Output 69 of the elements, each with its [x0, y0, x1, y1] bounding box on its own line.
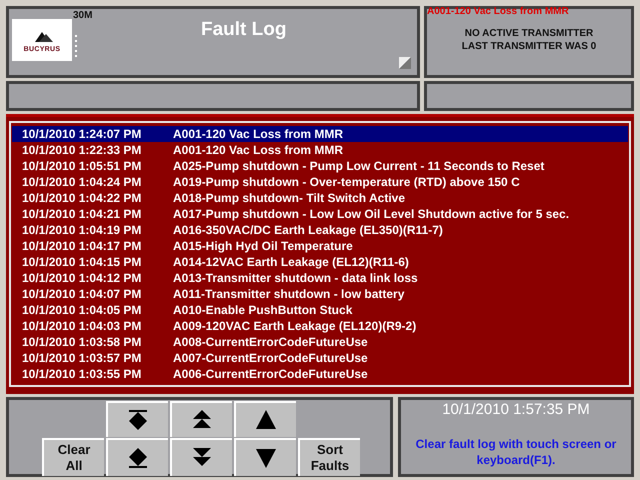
scroll-button[interactable]	[106, 438, 168, 476]
fault-row[interactable]: 10/1/2010 1:04:07 PM A011-Transmitter shutdown - low battery	[12, 286, 628, 302]
fault-message: A017-Pump shutdown - Low Low Oil Level Shutdown active for 5 sec.	[173, 207, 570, 221]
hint-text: Clear fault log with touch screen or keyboard(F1).	[414, 436, 618, 468]
fault-time: 10/1/2010 1:05:51 PM	[21, 159, 142, 173]
window-title: Fault Log	[201, 19, 286, 41]
scroll-button[interactable]	[170, 438, 232, 476]
fault-row[interactable]: 10/1/2010 1:04:03 PM A009-120VAC Earth Leakage (EL120)(R9-2)	[12, 318, 628, 334]
unit-label: 30M	[73, 10, 92, 21]
scroll-button[interactable]	[106, 401, 168, 437]
fault-message: A019-Pump shutdown - Over-temperature (RTD) above 150 C	[173, 175, 520, 189]
fault-row[interactable]: 10/1/2010 1:04:24 PM A019-Pump shutdown - Over-temperature (RTD) above 150 C	[12, 174, 628, 190]
fault-message: A006-CurrentErrorCodeFutureUse	[173, 367, 368, 381]
fault-row[interactable]: 10/1/2010 1:03:57 PM A007-CurrentErrorCodeFutureUse	[12, 350, 628, 366]
fault-time: 10/1/2010 1:03:57 PM	[21, 351, 142, 365]
fault-row[interactable]: 10/1/2010 1:04:21 PM A017-Pump shutdown - Low Low Oil Level Shutdown active for 5 sec.	[12, 206, 628, 222]
down-arrow-icon	[254, 446, 278, 470]
fault-time: 10/1/2010 1:04:15 PM	[21, 255, 142, 269]
fault-row[interactable]: 10/1/2010 1:03:55 PM A006-CurrentErrorCodeFutureUse	[12, 366, 628, 382]
fault-message: A008-CurrentErrorCodeFutureUse	[173, 335, 368, 349]
fault-time: 10/1/2010 1:04:22 PM	[21, 191, 142, 205]
fault-message: A011-Transmitter shutdown - low battery	[173, 287, 404, 301]
scroll-button[interactable]	[234, 438, 296, 476]
fault-time: 10/1/2010 1:04:07 PM	[21, 287, 142, 301]
fault-time: 10/1/2010 1:03:58 PM	[21, 335, 142, 349]
fault-time: 10/1/2010 1:04:03 PM	[21, 319, 142, 333]
fault-time: 10/1/2010 1:04:21 PM	[21, 207, 142, 221]
resize-icon	[399, 57, 411, 69]
dots-icon	[75, 35, 78, 59]
up-arrow-icon	[254, 408, 278, 432]
fault-time: 10/1/2010 1:22:33 PM	[21, 143, 142, 157]
fault-message: A010-Enable PushButton Stuck	[173, 303, 352, 317]
fault-message: A015-High Hyd Oil Temperature	[173, 239, 353, 253]
alarm-text: A001-120 Vac Loss from MMR	[427, 6, 569, 17]
status-text: NO ACTIVE TRANSMITTER	[464, 27, 594, 40]
fault-message: A009-120VAC Earth Leakage (EL120)(R9-2)	[173, 319, 416, 333]
fault-time: 10/1/2010 1:04:05 PM	[21, 303, 142, 317]
fault-time: 10/1/2010 1:04:17 PM	[21, 239, 142, 253]
fault-message: A001-120 Vac Loss from MMR	[173, 143, 344, 157]
fault-time: 10/1/2010 1:04:24 PM	[21, 175, 142, 189]
fault-row[interactable]: 10/1/2010 1:24:07 PM A001-120 Vac Loss from MMR	[12, 126, 628, 142]
scroll-button[interactable]	[170, 401, 232, 437]
fault-time: 10/1/2010 1:04:12 PM	[21, 271, 142, 285]
text-button[interactable]: Clear All	[42, 438, 104, 476]
last-page-icon	[126, 446, 150, 470]
fault-message: A013-Transmitter shutdown - data link loss	[173, 271, 418, 285]
fault-message: A025-Pump shutdown - Pump Low Current - 11 Seconds to Reset	[173, 159, 544, 173]
fault-time: 10/1/2010 1:03:55 PM	[21, 367, 142, 381]
fault-message: A007-CurrentErrorCodeFutureUse	[173, 351, 368, 365]
fault-row[interactable]: 10/1/2010 1:04:05 PM A010-Enable PushButton Stuck	[12, 302, 628, 318]
fault-message: A001-120 Vac Loss from MMR	[173, 127, 344, 141]
fault-row[interactable]: 10/1/2010 1:04:15 PM A014-12VAC Earth Leakage (EL12)(R11-6)	[12, 254, 628, 270]
fault-message: A018-Pump shutdown- Tilt Switch Active	[173, 191, 406, 205]
fault-row[interactable]: 10/1/2010 1:03:58 PM A008-CurrentErrorCodeFutureUse	[12, 334, 628, 350]
fault-row[interactable]: 10/1/2010 1:22:33 PM A001-120 Vac Loss from MMR	[12, 142, 628, 158]
fault-time: 10/1/2010 1:04:19 PM	[21, 223, 142, 237]
fault-time: 10/1/2010 1:24:07 PM	[21, 127, 142, 141]
clock-text: 10/1/2010 1:57:35 PM	[442, 401, 590, 418]
fault-row[interactable]: 10/1/2010 1:05:51 PM A025-Pump shutdown - Pump Low Current - 11 Seconds to Reset	[12, 158, 628, 174]
fault-row[interactable]: 10/1/2010 1:04:12 PM A013-Transmitter shutdown - data link loss	[12, 270, 628, 286]
first-page-icon	[126, 408, 150, 432]
fault-row[interactable]: 10/1/2010 1:04:17 PM A015-High Hyd Oil Temperature	[12, 238, 628, 254]
scroll-button[interactable]	[234, 401, 296, 437]
fault-message: A016-350VAC/DC Earth Leakage (EL350)(R11-7)	[173, 223, 443, 237]
fault-row[interactable]: 10/1/2010 1:04:19 PM A016-350VAC/DC Earth Leakage (EL350)(R11-7)	[12, 222, 628, 238]
text-button[interactable]: Sort Faults	[298, 438, 360, 476]
fault-row[interactable]: 10/1/2010 1:04:22 PM A018-Pump shutdown- Tilt Switch Active	[12, 190, 628, 206]
status-text: LAST TRANSMITTER WAS 0	[462, 40, 596, 53]
fault-message: A014-12VAC Earth Leakage (EL12)(R11-6)	[173, 255, 409, 269]
